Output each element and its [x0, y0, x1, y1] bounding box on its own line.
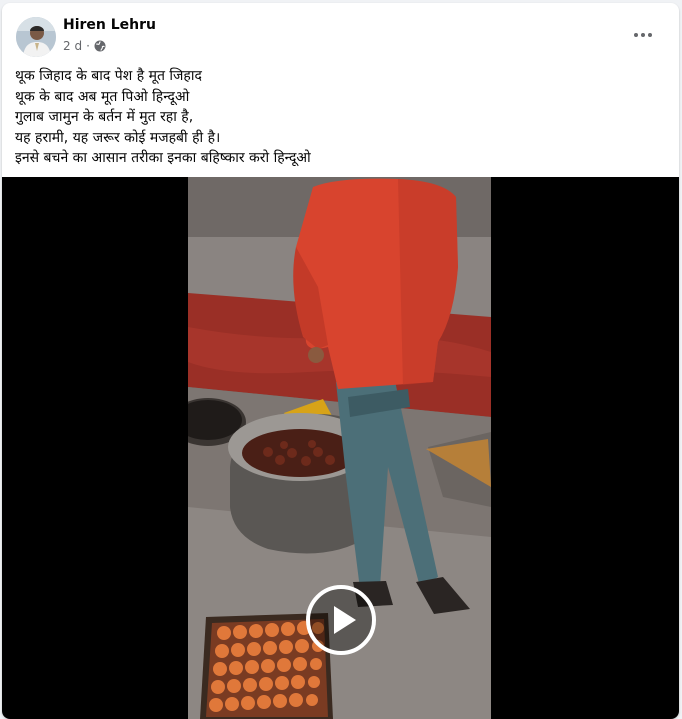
caption-line: थूक जिहाद के बाद पेश है मूत जिहाद	[15, 68, 202, 84]
meta-separator: ·	[86, 39, 90, 53]
caption-line: थूक के बाद अब मूत पिओ हिन्दूओ	[15, 88, 190, 105]
post-header: Hiren Lehru 2 d ·	[2, 3, 679, 63]
video-player[interactable]	[2, 177, 679, 719]
author-name[interactable]: Hiren Lehru	[63, 17, 156, 33]
post-caption: थूक जिहाद के बाद पेश है मूत जिहाद थूक के…	[15, 66, 665, 169]
caption-line: गुलाब जामुन के बर्तन में मुत रहा है,	[15, 109, 194, 125]
more-options-icon[interactable]	[625, 23, 661, 47]
post-meta: 2 d ·	[63, 39, 106, 53]
avatar[interactable]	[16, 17, 56, 57]
play-icon[interactable]	[306, 585, 376, 655]
caption-line: यह हरामी, यह जरूर कोई मजहबी ही है।	[15, 129, 221, 146]
caption-line: इनसे बचने का आसान तरीका इनका बहिष्कार कर…	[15, 150, 311, 166]
avatar-image	[16, 17, 56, 57]
post-time[interactable]: 2 d	[63, 39, 82, 53]
post-card: Hiren Lehru 2 d · थूक जिहाद के बाद पेश ह…	[2, 3, 679, 719]
globe-icon[interactable]	[94, 40, 106, 52]
